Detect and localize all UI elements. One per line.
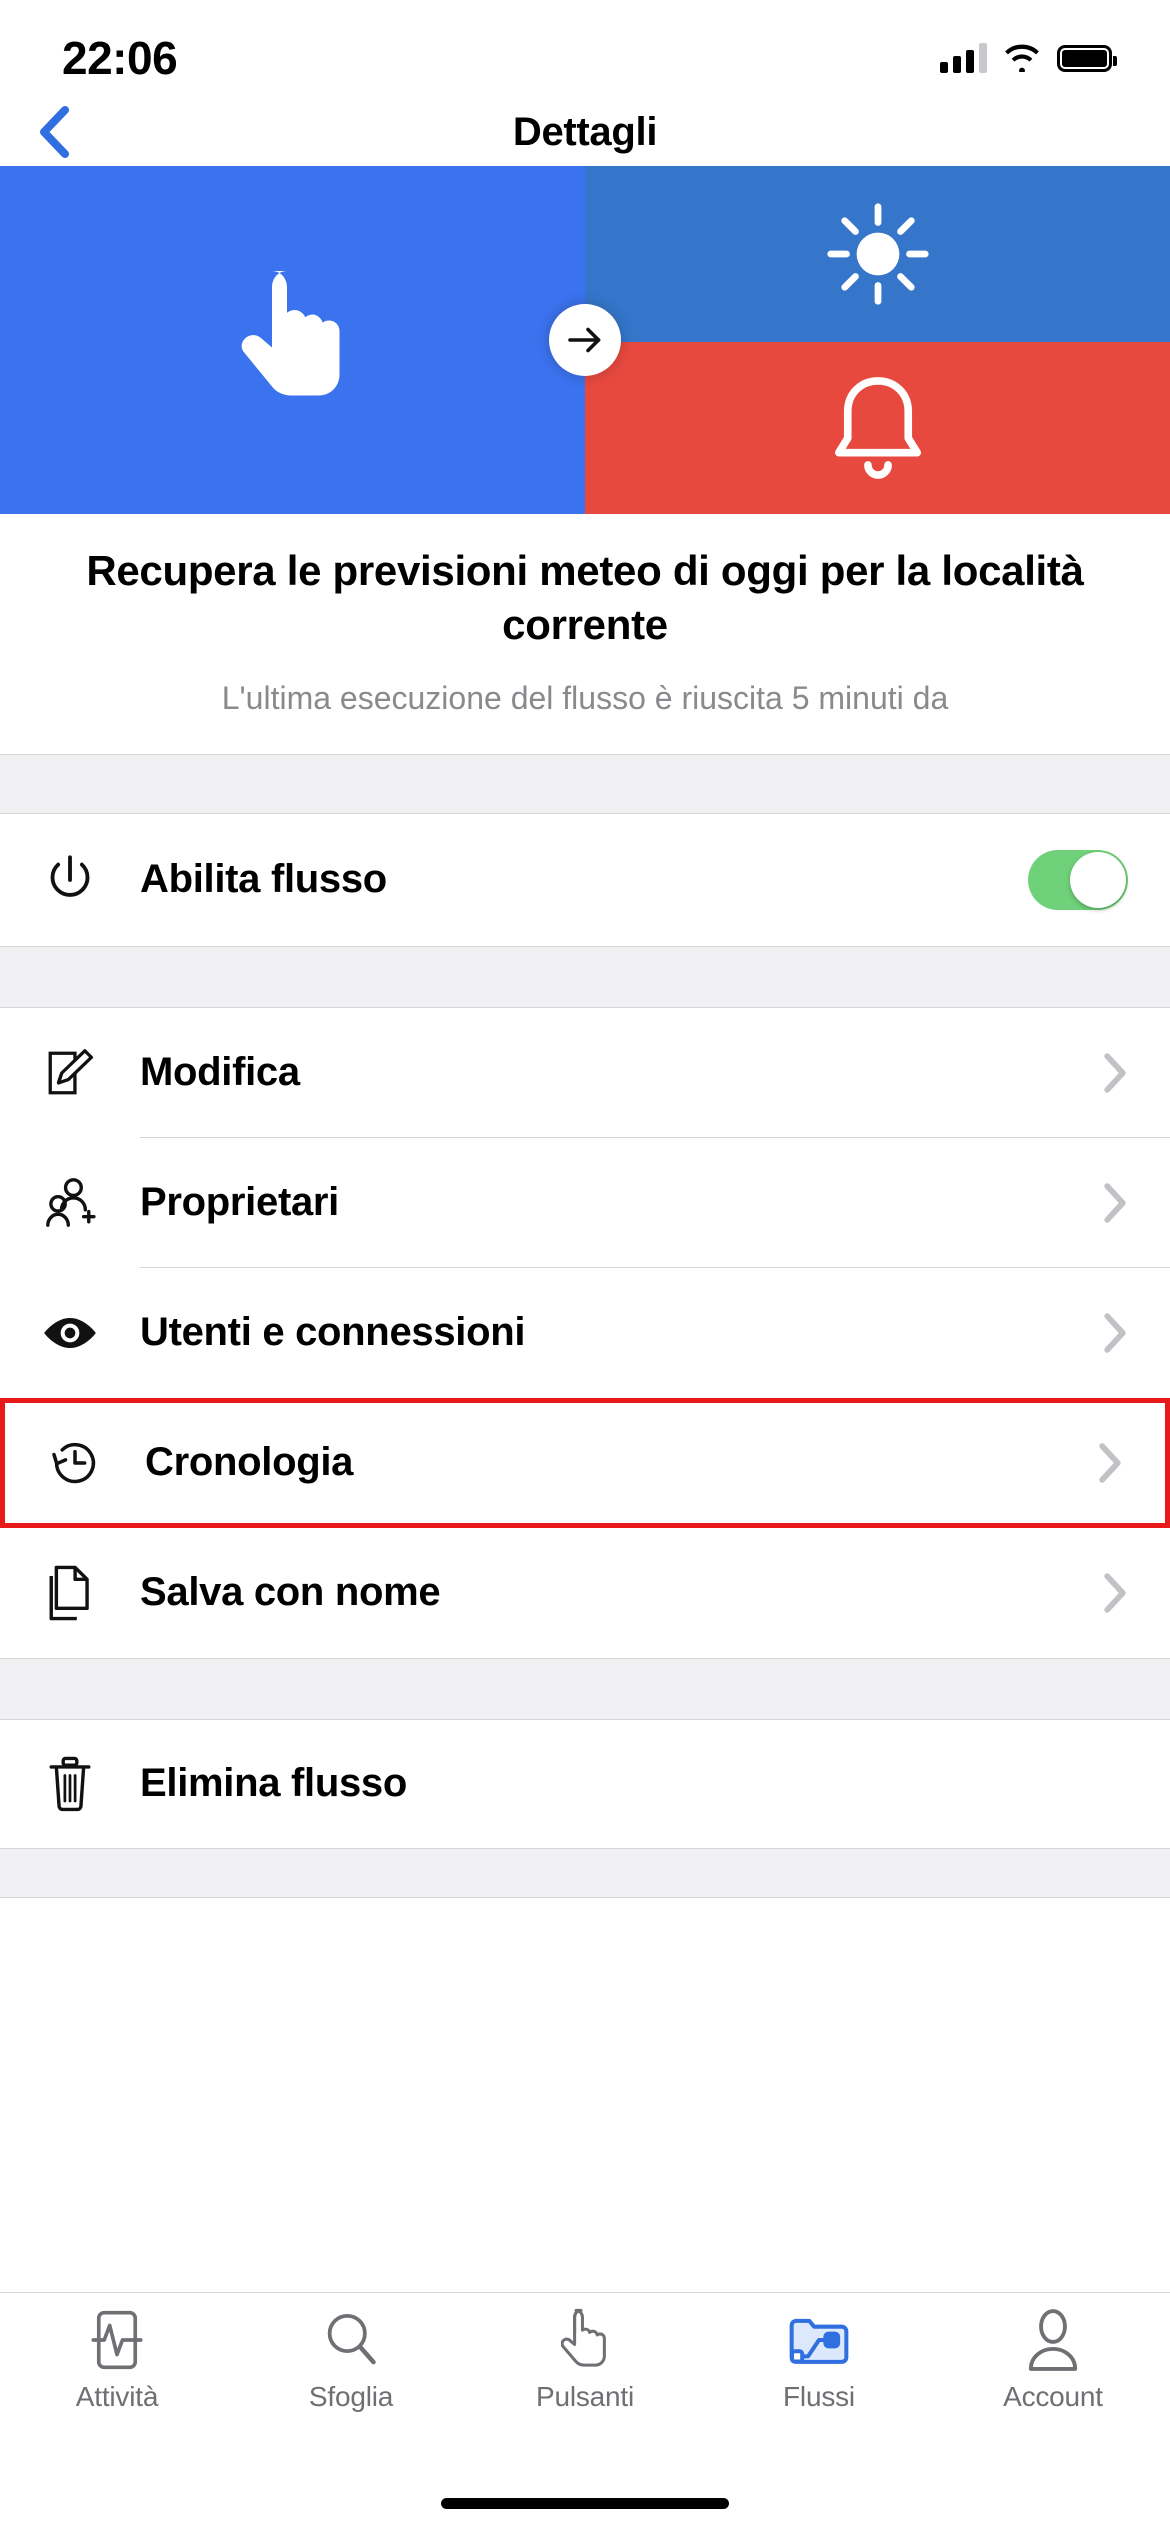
flow-trigger-panel <box>0 166 585 514</box>
tab-flussi[interactable]: Flussi <box>702 2307 936 2413</box>
menu-row-salva-con-nome[interactable]: Salva con nome <box>0 1527 1170 1658</box>
search-magnifier-icon <box>322 2307 380 2373</box>
flows-folder-icon <box>788 2307 850 2373</box>
section-gap-4 <box>0 1847 1170 1898</box>
menu-row-proprietari[interactable]: Proprietari <box>0 1137 1170 1268</box>
sun-icon <box>826 203 929 305</box>
delete-flow-row[interactable]: Elimina flusso <box>0 1719 1170 1848</box>
enable-flow-label: Abilita flusso <box>140 857 387 901</box>
chevron-right-icon <box>1097 1441 1123 1485</box>
wifi-icon <box>1005 44 1039 72</box>
flow-last-run-status: L'ultima esecuzione del flusso è riuscit… <box>221 679 949 716</box>
finger-tap-icon <box>561 2307 609 2373</box>
flow-summary: Recupera le previsioni meteo di oggi per… <box>0 514 1170 754</box>
toggle-knob <box>1070 851 1126 908</box>
tab-account[interactable]: Account <box>936 2307 1170 2413</box>
tab-pulsanti[interactable]: Pulsanti <box>468 2307 702 2413</box>
battery-full-icon <box>1057 44 1117 72</box>
enable-flow-group: Abilita flusso <box>0 813 1170 946</box>
flow-action-weather <box>585 166 1170 342</box>
app-screen: 22:06 Dettagli Recupera le previsioni me… <box>0 0 1170 2532</box>
menu-label: Cronologia <box>145 1440 354 1484</box>
bell-icon <box>834 377 921 479</box>
chevron-right-icon <box>1102 1571 1128 1615</box>
menu-label: Modifica <box>140 1050 300 1094</box>
status-indicators <box>940 43 1117 73</box>
status-bar: 22:06 <box>0 0 1170 98</box>
enable-flow-toggle[interactable] <box>1028 849 1128 910</box>
menu-label: Utenti e connessioni <box>140 1310 526 1354</box>
menu-row-modifica[interactable]: Modifica <box>0 1007 1170 1138</box>
page-title: Dettagli <box>512 109 658 154</box>
menu-row-cronologia[interactable]: Cronologia <box>0 1397 1170 1528</box>
back-button[interactable] <box>26 104 82 160</box>
tab-label: Pulsanti <box>535 2381 634 2412</box>
tab-sfoglia[interactable]: Sfoglia <box>234 2307 468 2413</box>
section-gap-1 <box>0 753 1170 814</box>
edit-pencil-icon <box>34 1045 106 1101</box>
menu-row-utenti-e-connessioni[interactable]: Utenti e connessioni <box>0 1267 1170 1398</box>
tab-label: Attività <box>75 2381 159 2412</box>
tab-label: Sfoglia <box>308 2381 394 2412</box>
arrow-right-icon <box>568 327 601 353</box>
trash-icon <box>34 1755 106 1813</box>
delete-flow-group: Elimina flusso <box>0 1719 1170 1848</box>
enable-flow-row[interactable]: Abilita flusso <box>0 813 1170 946</box>
history-clock-icon <box>39 1435 111 1491</box>
tab-bar: Attività Sfoglia Pulsanti Flussi Account <box>0 2292 1170 2474</box>
flow-preview-banner[interactable] <box>0 166 1170 514</box>
power-icon <box>34 852 106 908</box>
flow-title: Recupera le previsioni meteo di oggi per… <box>86 547 1084 648</box>
home-bar[interactable] <box>441 2497 729 2509</box>
status-time: 22:06 <box>62 32 178 84</box>
chevron-right-icon <box>1102 1181 1128 1225</box>
home-indicator-area <box>0 2474 1170 2532</box>
account-person-icon <box>1026 2307 1080 2373</box>
cellular-signal-icon <box>940 43 987 73</box>
finger-tap-icon <box>241 271 339 396</box>
menu-label: Proprietari <box>140 1180 339 1224</box>
person-add-icon <box>34 1175 106 1231</box>
eye-icon <box>34 1311 106 1355</box>
chevron-left-icon <box>40 106 69 158</box>
section-gap-2 <box>0 945 1170 1008</box>
flow-direction-arrow-badge <box>549 304 621 376</box>
chevron-right-icon <box>1102 1051 1128 1095</box>
navigation-bar: Dettagli <box>0 98 1170 166</box>
duplicate-file-icon <box>34 1564 106 1622</box>
tab-attivita[interactable]: Attività <box>0 2307 234 2413</box>
section-gap-3 <box>0 1657 1170 1720</box>
flow-action-notification <box>585 341 1170 514</box>
delete-flow-label: Elimina flusso <box>140 1761 407 1805</box>
flow-actions-list: Modifica Proprietari Utenti e connession… <box>0 1007 1170 1658</box>
activity-pulse-icon <box>89 2307 145 2373</box>
tab-label: Account <box>1003 2381 1103 2412</box>
menu-label: Salva con nome <box>140 1570 441 1614</box>
flow-actions-panel <box>585 166 1170 514</box>
chevron-right-icon <box>1102 1311 1128 1355</box>
tab-label: Flussi <box>783 2381 855 2412</box>
